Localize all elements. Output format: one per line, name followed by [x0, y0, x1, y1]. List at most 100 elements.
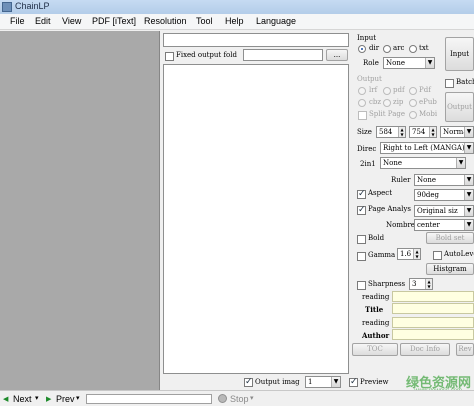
size-width-value: 584 — [379, 128, 393, 136]
aspect-checkbox[interactable] — [357, 189, 366, 199]
prev-button[interactable]: Prev — [56, 394, 75, 404]
two-in-one-value: None — [383, 159, 402, 167]
size-label: Size — [357, 128, 372, 136]
output-pdf-radio[interactable] — [383, 87, 391, 95]
output-lrf-radio[interactable] — [358, 87, 366, 95]
chevron-down-icon[interactable]: ▾ — [76, 394, 80, 402]
progress-bar — [86, 394, 212, 404]
gamma-spinner[interactable]: 1.6 ▲ ▼ — [397, 248, 421, 260]
output-pdf2-label: Pdf — [419, 86, 431, 94]
aspect-value: 90deg — [417, 191, 440, 199]
menu-bar: File Edit View PDF [iText] Resolution To… — [0, 14, 474, 30]
chevron-down-icon[interactable]: ▾ — [35, 394, 39, 402]
menu-language[interactable]: Language — [256, 16, 296, 26]
bold-set-button[interactable]: Bold set — [426, 232, 474, 244]
spin-arrows-icon[interactable]: ▲ ▼ — [429, 127, 436, 137]
size-height-spinner[interactable]: 754 ▲ ▼ — [409, 126, 437, 138]
prev-arrow-icon: ▶ — [46, 396, 52, 403]
role-select[interactable]: None ▼ — [383, 57, 435, 69]
aspect-select[interactable]: 90deg ▼ — [414, 189, 474, 201]
output-epub-radio[interactable] — [409, 99, 417, 107]
spin-arrows-icon[interactable]: ▲ ▼ — [413, 249, 420, 259]
path-field[interactable] — [163, 33, 349, 47]
title-field[interactable] — [392, 303, 474, 314]
fixed-output-checkbox[interactable] — [165, 52, 174, 61]
direction-select[interactable]: Right to Left (MANGA) ▼ — [380, 142, 474, 154]
menu-edit[interactable]: Edit — [35, 16, 51, 26]
output-mobi-label: Mobi — [419, 110, 438, 118]
preview-checkbox[interactable] — [349, 377, 358, 387]
output-folder-field[interactable] — [243, 49, 323, 61]
spin-arrows-icon[interactable]: ▲ ▼ — [398, 127, 405, 137]
input-button[interactable]: Input — [445, 37, 474, 71]
fixed-output-label: Fixed output fold — [176, 51, 237, 59]
nombre-select[interactable]: center ▼ — [414, 219, 474, 231]
gamma-label: Gamma — [368, 251, 396, 259]
direction-value: Right to Left (MANGA) — [383, 144, 465, 152]
menu-help[interactable]: Help — [225, 16, 244, 26]
browse-button[interactable]: ... — [326, 49, 348, 61]
split-page-checkbox[interactable] — [358, 111, 367, 120]
output-image-select[interactable]: 1 ▼ — [305, 376, 341, 388]
chevron-down-icon: ▼ — [464, 143, 473, 153]
size-height-value: 754 — [412, 128, 426, 136]
chevron-down-icon: ▼ — [456, 158, 465, 168]
input-group-title: Input — [357, 34, 377, 42]
menu-resolution[interactable]: Resolution — [144, 16, 187, 26]
spin-arrows-icon[interactable]: ▲ ▼ — [425, 279, 432, 289]
next-button[interactable]: Next — [13, 394, 32, 404]
two-in-one-select[interactable]: None ▼ — [380, 157, 466, 169]
stop-button[interactable]: Stop — [230, 394, 249, 404]
doc-info-button[interactable]: Doc Info — [400, 343, 450, 356]
author-reading-field[interactable] — [392, 317, 474, 328]
autolevel-label: AutoLeve — [444, 250, 474, 258]
input-txt-radio[interactable] — [409, 45, 417, 53]
output-cbz-radio[interactable] — [358, 99, 366, 107]
chevron-down-icon: ▼ — [464, 175, 473, 185]
page-analysis-select[interactable]: Original siz ▼ — [414, 205, 474, 217]
author-field[interactable] — [392, 329, 474, 340]
sharpness-checkbox[interactable] — [357, 281, 366, 290]
input-arc-radio[interactable] — [383, 45, 391, 53]
page-analysis-value: Original siz — [417, 207, 458, 215]
file-list[interactable] — [163, 64, 349, 374]
ruler-select[interactable]: None ▼ — [414, 174, 474, 186]
menu-view[interactable]: View — [62, 16, 81, 26]
input-txt-label: txt — [419, 44, 429, 52]
title-reading-field[interactable] — [392, 291, 474, 302]
output-mobi-radio[interactable] — [409, 111, 417, 119]
input-dir-radio[interactable] — [358, 45, 366, 53]
sharpness-spinner[interactable]: 3 ▲ ▼ — [409, 278, 433, 290]
output-button[interactable]: Output — [445, 92, 474, 122]
menu-tool[interactable]: Tool — [196, 16, 213, 26]
preview-label: Preview — [360, 378, 389, 386]
title-reading-label: reading — [362, 293, 390, 301]
input-arc-label: arc — [393, 44, 405, 52]
rev-button[interactable]: Rev — [456, 343, 474, 356]
bold-label: Bold — [368, 234, 385, 242]
output-image-value: 1 — [308, 378, 313, 386]
size-mode-select[interactable]: Normal ▼ — [440, 126, 474, 138]
chevron-down-icon: ▼ — [464, 127, 473, 137]
size-width-spinner[interactable]: 584 ▲ ▼ — [376, 126, 406, 138]
output-zip-label: zip — [393, 98, 404, 106]
menu-pdf[interactable]: PDF [iText] — [92, 16, 136, 26]
chevron-down-icon[interactable]: ▾ — [250, 394, 254, 402]
output-lrf-label: lrf — [369, 86, 378, 94]
preview-panel — [0, 31, 160, 390]
output-zip-radio[interactable] — [383, 99, 391, 107]
output-image-checkbox[interactable] — [244, 377, 253, 387]
sharpness-label: Sharpness — [368, 280, 406, 288]
gamma-checkbox[interactable] — [357, 252, 366, 261]
batch-checkbox[interactable] — [445, 79, 454, 88]
autolevel-checkbox[interactable] — [433, 251, 442, 260]
stop-icon — [218, 394, 227, 403]
output-pdf2-radio[interactable] — [409, 87, 417, 95]
histogram-button[interactable]: Histgram — [426, 263, 474, 275]
bold-checkbox[interactable] — [357, 235, 366, 244]
chevron-down-icon: ▼ — [464, 206, 473, 216]
page-analysis-checkbox[interactable] — [357, 205, 366, 215]
menu-file[interactable]: File — [10, 16, 25, 26]
ruler-label: Ruler — [391, 176, 411, 184]
toc-button[interactable]: TOC — [352, 343, 398, 356]
